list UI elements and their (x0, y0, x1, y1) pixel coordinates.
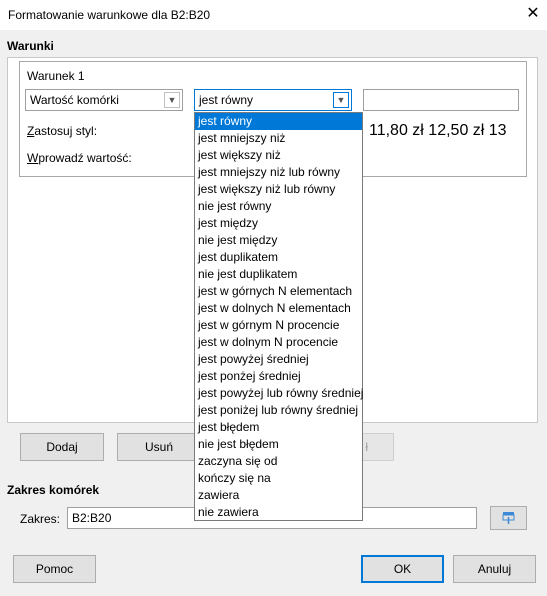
enter-value-label-rest: prowadź wartość: (38, 151, 132, 165)
operator-option[interactable]: jest w górnym N procencie (195, 317, 362, 334)
condition-value-input[interactable] (363, 89, 519, 111)
operator-option[interactable]: jest poniżej lub równy średniej (195, 402, 362, 419)
hidden-button-label: ł (365, 440, 368, 454)
operator-option[interactable]: jest równy (195, 113, 362, 130)
remove-button-label: Usuń (144, 440, 173, 454)
operator-option[interactable]: jest w dolnych N elementach (195, 300, 362, 317)
operator-option[interactable]: zaczyna się od (195, 453, 362, 470)
enter-value-label: Wprowadź wartość: (27, 151, 132, 165)
chevron-down-icon: ▼ (333, 92, 349, 108)
range-label: Zakres: (20, 512, 60, 526)
range-section-title: Zakres komórek (7, 483, 100, 497)
condition-type-value: Wartość komórki (30, 93, 119, 107)
cancel-button[interactable]: Anuluj (453, 555, 536, 583)
range-label-text: Zakres: (20, 512, 61, 526)
operator-option[interactable]: jest większy niż (195, 147, 362, 164)
close-icon[interactable]: ✕ (524, 4, 542, 24)
operator-option[interactable]: jest powyżej średniej (195, 351, 362, 368)
operator-option[interactable]: jest powyżej lub równy średniej (195, 385, 363, 402)
help-button-label: Pomoc (35, 562, 74, 576)
operator-option[interactable]: nie zawiera (195, 504, 362, 521)
range-select-icon (502, 512, 515, 524)
ok-button[interactable]: OK (361, 555, 444, 583)
operator-option[interactable]: jest mniejszy niż lub równy (195, 164, 362, 181)
help-button[interactable]: Pomoc (13, 555, 96, 583)
operator-select[interactable]: jest równy ▼ (194, 89, 352, 111)
operator-option[interactable]: nie jest duplikatem (195, 266, 362, 283)
shrink-range-button[interactable] (490, 506, 527, 530)
apply-style-label: Zastosuj styl: (27, 124, 97, 138)
operator-option[interactable]: nie jest błędem (195, 436, 362, 453)
add-button-label: Dodaj (46, 440, 78, 454)
operator-option[interactable]: jest w górnych N elementach (195, 283, 362, 300)
condition-label: Warunek 1 (27, 69, 85, 83)
remove-button[interactable]: Usuń (117, 433, 201, 461)
chevron-down-icon: ▼ (164, 92, 180, 108)
operator-select-value: jest równy (199, 93, 254, 107)
cancel-button-label: Anuluj (477, 562, 512, 576)
operator-option[interactable]: nie jest między (195, 232, 362, 249)
operator-option[interactable]: jest większy niż lub równy (195, 181, 362, 198)
conditions-section-title: Warunki (7, 39, 54, 53)
operator-option[interactable]: jest w dolnym N procencie (195, 334, 362, 351)
condition-type-select[interactable]: Wartość komórki ▼ (25, 89, 183, 111)
window-title: Formatowanie warunkowe dla B2:B20 (8, 8, 211, 22)
operator-option[interactable]: jest ponżej średniej (195, 368, 362, 385)
style-preview: 11,80 zł 12,50 zł 13 (363, 119, 519, 143)
enter-value-mnemonic: W (27, 151, 39, 165)
operator-option[interactable]: jest duplikatem (195, 249, 362, 266)
operator-option[interactable]: nie jest równy (195, 198, 362, 215)
operator-option[interactable]: jest między (195, 215, 362, 232)
operator-option[interactable]: jest błędem (195, 419, 362, 436)
operator-dropdown-list: jest równy jest mniejszy niż jest większ… (194, 112, 363, 521)
ok-button-label: OK (393, 562, 412, 576)
operator-option[interactable]: jest mniejszy niż (195, 130, 362, 147)
add-button[interactable]: Dodaj (20, 433, 104, 461)
apply-style-label-rest: astosuj styl: (34, 124, 98, 138)
operator-option[interactable]: kończy się na (195, 470, 362, 487)
operator-option[interactable]: zawiera (195, 487, 362, 504)
